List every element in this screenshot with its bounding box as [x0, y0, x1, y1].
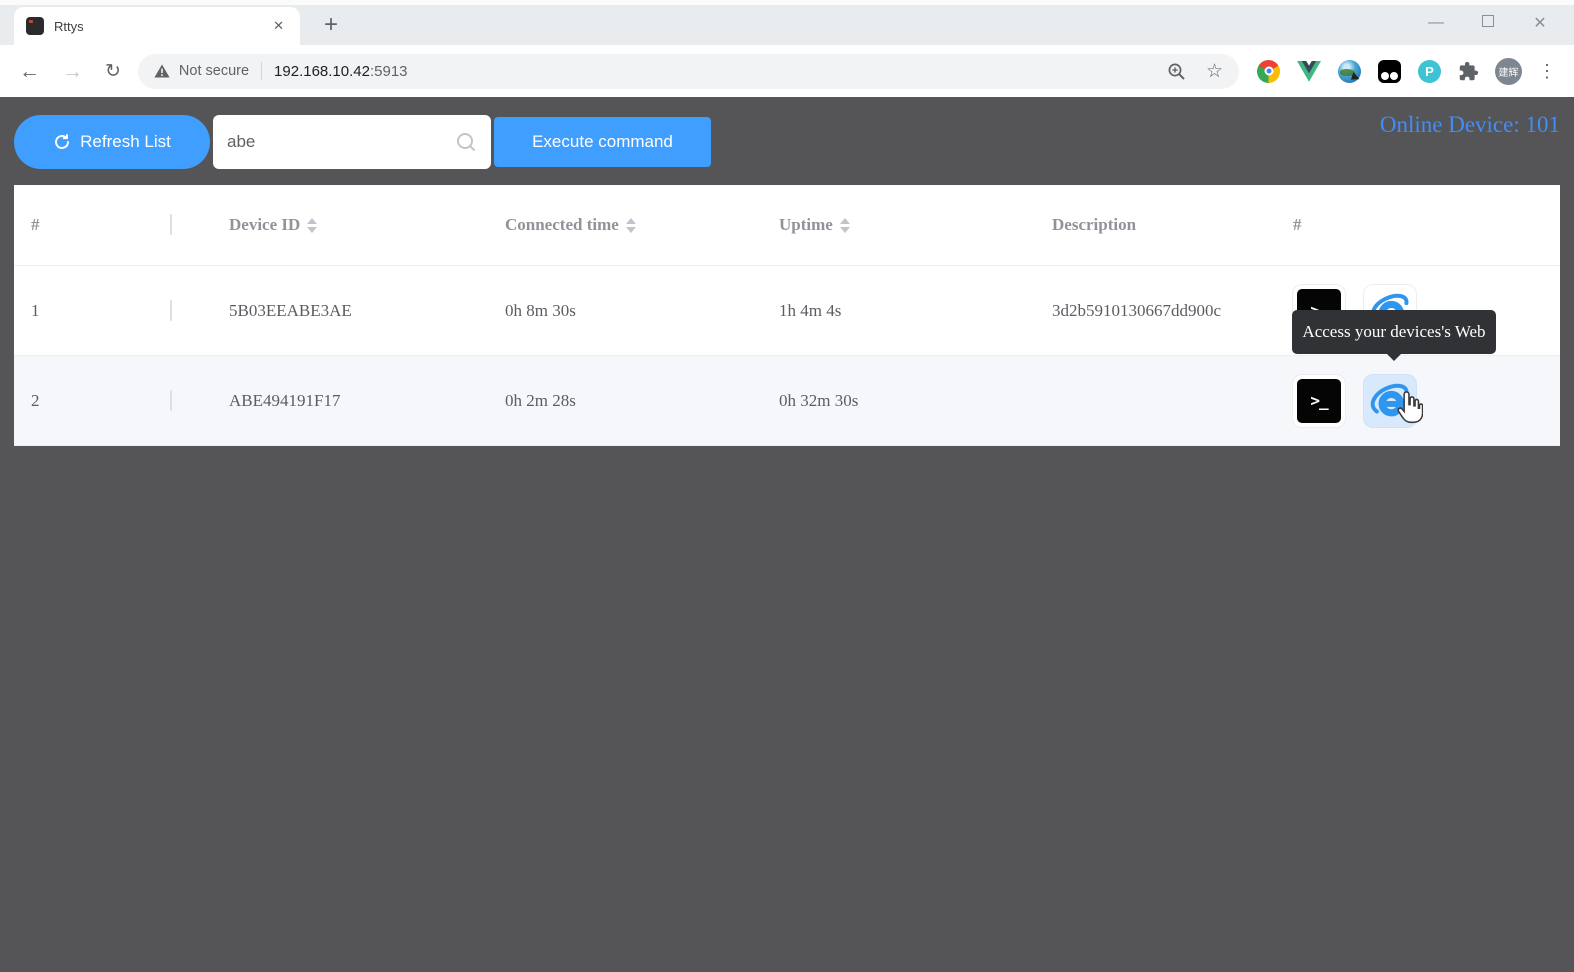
tab-title: Rttys [54, 19, 269, 34]
browser-toolbar: ← → ↻ Not secure 192.168.10.42 :5913 ☆ [0, 45, 1574, 97]
page-content: Refresh List Execute command Online Devi… [0, 97, 1574, 972]
header-index: # [14, 215, 160, 235]
new-tab-button[interactable]: + [318, 9, 344, 41]
search-icon [456, 132, 477, 153]
sort-carets-icon[interactable] [840, 218, 850, 233]
chrome-colorful-extension-icon[interactable] [1257, 60, 1280, 83]
address-divider [261, 62, 262, 80]
execute-command-button[interactable]: Execute command [494, 117, 711, 167]
sort-carets-icon[interactable] [307, 218, 317, 233]
refresh-list-label: Refresh List [80, 132, 171, 152]
back-icon[interactable]: ← [8, 61, 51, 82]
window-close-button[interactable]: ✕ [1514, 13, 1566, 33]
table-header-row: # Device ID Connected time Uptime Descri… [14, 185, 1560, 265]
refresh-list-button[interactable]: Refresh List [14, 115, 210, 169]
window-controls: — ✕ [1410, 0, 1566, 45]
header-connected-time[interactable]: Connected time [490, 215, 765, 235]
url-port: :5913 [370, 63, 408, 80]
header-actions: # [1280, 215, 1560, 235]
execute-command-label: Execute command [532, 132, 673, 151]
row-index: 2 [14, 391, 160, 411]
device-id-cell: ABE494191F17 [215, 391, 490, 411]
controls-row: Refresh List Execute command Online Devi… [14, 115, 1560, 169]
row-checkbox[interactable] [170, 390, 172, 411]
table-row: 2 ABE494191F17 0h 2m 28s 0h 32m 30s >_ [14, 355, 1560, 445]
address-bar[interactable]: Not secure 192.168.10.42 :5913 ☆ [138, 54, 1239, 89]
row-checkbox[interactable] [170, 300, 172, 321]
zoom-magnifier-icon[interactable] [1167, 62, 1186, 81]
device-search-input[interactable] [227, 132, 456, 152]
window-maximize-button[interactable] [1462, 14, 1514, 32]
p-extension-icon[interactable]: P [1418, 60, 1441, 83]
header-description: Description [1040, 215, 1280, 235]
uptime-cell: 1h 4m 4s [765, 301, 1040, 321]
header-uptime[interactable]: Uptime [765, 215, 1040, 235]
terminal-icon: >_ [1310, 391, 1327, 410]
description-cell: 3d2b5910130667dd900c [1040, 301, 1280, 321]
connected-time-cell: 0h 8m 30s [490, 301, 765, 321]
internet-explorer-icon [1369, 380, 1411, 422]
tooltip: Access your devices's Web [1292, 310, 1496, 354]
bookmark-star-icon[interactable]: ☆ [1206, 60, 1223, 83]
connected-time-cell: 0h 2m 28s [490, 391, 765, 411]
header-device-id-label: Device ID [229, 215, 300, 235]
window-minimize-button[interactable]: — [1410, 14, 1462, 32]
browser-tab[interactable]: Rttys ✕ [14, 7, 300, 45]
extensions-puzzle-icon[interactable] [1458, 61, 1479, 82]
browser-window: Rttys ✕ + — ✕ ← → ↻ Not secure 192.168.1… [0, 0, 1574, 972]
maximize-icon [1482, 15, 1494, 27]
globe-downloader-extension-icon[interactable] [1338, 60, 1361, 83]
tampermonkey-extension-icon[interactable] [1378, 60, 1401, 83]
browser-menu-icon[interactable]: ⋮ [1528, 61, 1566, 82]
tab-close-icon[interactable]: ✕ [269, 16, 288, 36]
tooltip-text: Access your devices's Web [1302, 322, 1485, 342]
extension-row: P [1257, 60, 1479, 83]
site-favicon-icon [26, 17, 44, 35]
header-connected-time-label: Connected time [505, 215, 619, 235]
select-all-checkbox[interactable] [170, 214, 172, 235]
online-device-count: Online Device: 101 [1380, 112, 1560, 138]
vue-devtools-extension-icon[interactable] [1297, 61, 1321, 82]
profile-avatar[interactable]: 建辉 [1495, 58, 1522, 85]
reload-icon[interactable]: ↻ [94, 62, 132, 81]
tab-strip: Rttys ✕ + — ✕ [0, 0, 1574, 45]
access-web-button[interactable] [1364, 375, 1416, 427]
header-uptime-label: Uptime [779, 215, 833, 235]
header-device-id[interactable]: Device ID [215, 215, 490, 235]
device-search-box[interactable] [213, 115, 491, 169]
uptime-cell: 0h 32m 30s [765, 391, 1040, 411]
device-id-cell: 5B03EEABE3AE [215, 301, 490, 321]
security-status-label: Not secure [179, 63, 249, 79]
not-secure-warning-icon [154, 64, 170, 78]
refresh-icon [53, 133, 71, 151]
row-index: 1 [14, 301, 160, 321]
forward-icon: → [51, 61, 94, 82]
open-terminal-button[interactable]: >_ [1293, 375, 1345, 427]
sort-carets-icon[interactable] [626, 218, 636, 233]
url-host: 192.168.10.42 [274, 63, 370, 80]
